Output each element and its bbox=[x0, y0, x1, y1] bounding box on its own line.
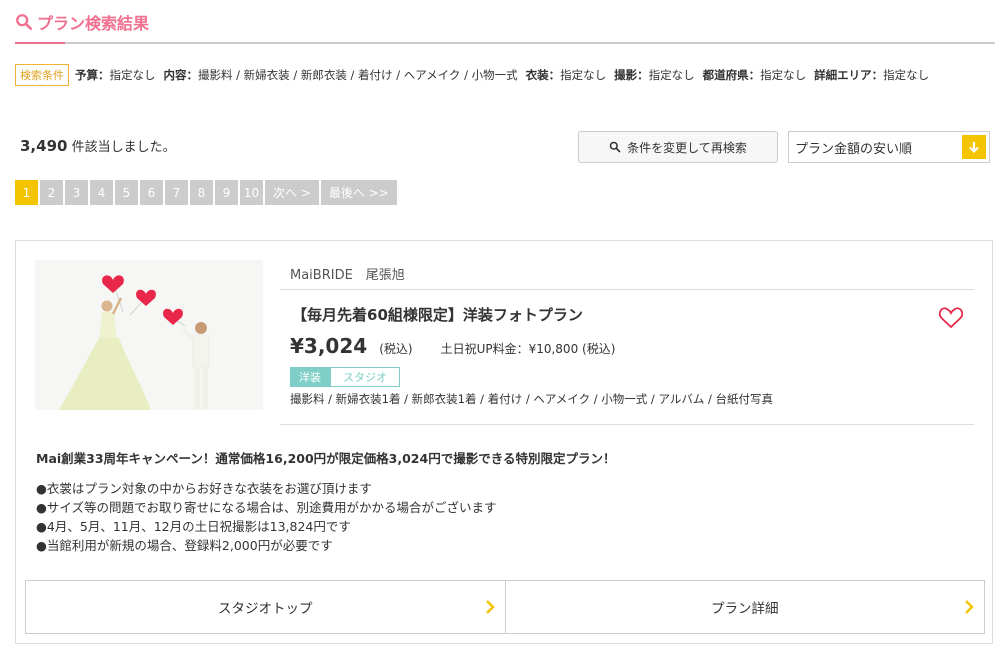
conditions-tag: 検索条件 bbox=[15, 64, 69, 86]
last-page-link[interactable]: 最後へ >> bbox=[320, 180, 397, 205]
sort-value: プラン金額の安い順 bbox=[795, 141, 913, 157]
studio-top-label: スタジオトップ bbox=[218, 601, 313, 617]
condition-budget: 予算：指定なし bbox=[75, 68, 156, 82]
plan-detail-button[interactable]: プラン詳細 bbox=[504, 581, 985, 633]
sort-select[interactable]: プラン金額の安い順 bbox=[788, 131, 990, 163]
campaign-text: Mai創業33周年キャンペーン！通常価格16,200円が限定価格3,024円で撮… bbox=[36, 451, 616, 466]
search-conditions: 検索条件 予算：指定なし 内容：撮影料 / 新婦衣装 / 新郎衣装 / 着付け … bbox=[15, 64, 937, 86]
badge-western: 洋装 bbox=[290, 367, 330, 387]
heart-icon[interactable] bbox=[938, 306, 964, 330]
note-item: ●当館利用が新規の場合、登録料2,000円が必要です bbox=[36, 538, 333, 553]
page-3[interactable]: 3 bbox=[65, 180, 88, 205]
pagination: 1 2 3 4 5 6 7 8 9 10 次へ > 最後へ >> bbox=[15, 180, 399, 205]
holiday-price: 土日祝UP料金：¥10,800 (税込) bbox=[440, 342, 616, 356]
plan-price: ¥3,024 bbox=[290, 334, 368, 358]
plan-title[interactable]: 【毎月先着60組様限定】洋装フォトプラン bbox=[292, 304, 583, 325]
studio-name[interactable]: MaiBRIDE 尾張旭 bbox=[290, 264, 405, 283]
chevron-right-icon bbox=[965, 600, 974, 614]
condition-costume: 衣装：指定なし bbox=[525, 68, 607, 82]
page-7[interactable]: 7 bbox=[165, 180, 188, 205]
page-title: プラン検索結果 bbox=[37, 14, 150, 33]
plan-badges: 洋装 スタジオ bbox=[290, 367, 400, 387]
card-actions: スタジオトップ プラン詳細 bbox=[25, 580, 985, 634]
studio-top-button[interactable]: スタジオトップ bbox=[26, 581, 505, 633]
condition-prefecture: 都道府県：指定なし bbox=[702, 68, 807, 82]
note-item: ●衣裳はプラン対象の中からお好きな衣装をお選び頂けます bbox=[36, 481, 372, 496]
condition-shooting: 撮影：指定なし bbox=[614, 68, 695, 82]
page-1[interactable]: 1 bbox=[15, 180, 38, 205]
header-divider bbox=[15, 42, 995, 44]
tax-label: (税込) bbox=[379, 342, 413, 356]
plan-contents: 撮影料 / 新婦衣装1着 / 新郎衣装1着 / 着付け / ヘアメイク / 小物… bbox=[290, 392, 774, 406]
plan-photo[interactable] bbox=[35, 260, 263, 410]
next-page-link[interactable]: 次へ > bbox=[265, 180, 319, 205]
header-accent bbox=[15, 42, 65, 44]
plan-detail-label: プラン詳細 bbox=[711, 601, 779, 617]
page-2[interactable]: 2 bbox=[40, 180, 63, 205]
divider bbox=[280, 289, 974, 290]
research-label: 条件を変更して再検索 bbox=[627, 140, 747, 155]
result-count: 3,490 件該当しました。 bbox=[20, 137, 176, 155]
plan-notes: ●衣裳はプラン対象の中からお好きな衣装をお選び頂けます ●サイズ等の問題でお取り… bbox=[36, 479, 497, 555]
condition-contents: 内容：撮影料 / 新婦衣装 / 新郎衣装 / 着付け / ヘアメイク / 小物一… bbox=[163, 68, 518, 82]
note-item: ●4月、5月、11月、12月の土日祝撮影は13,824円です bbox=[36, 519, 351, 534]
page-header: プラン検索結果 bbox=[15, 10, 149, 34]
arrow-down-icon bbox=[962, 135, 986, 159]
chevron-right-icon bbox=[485, 600, 495, 614]
search-icon bbox=[16, 14, 33, 31]
price-row: ¥3,024 (税込) 土日祝UP料金：¥10,800 (税込) bbox=[290, 334, 615, 358]
condition-area: 詳細エリア：指定なし bbox=[814, 68, 930, 82]
page-10[interactable]: 10 bbox=[240, 180, 263, 205]
page-5[interactable]: 5 bbox=[115, 180, 138, 205]
page-6[interactable]: 6 bbox=[140, 180, 163, 205]
page-4[interactable]: 4 bbox=[90, 180, 113, 205]
research-button[interactable]: 条件を変更して再検索 bbox=[578, 131, 778, 163]
note-item: ●サイズ等の問題でお取り寄せになる場合は、別途費用がかかる場合がございます bbox=[36, 500, 497, 515]
divider bbox=[280, 424, 974, 425]
page-8[interactable]: 8 bbox=[190, 180, 213, 205]
search-icon bbox=[609, 141, 621, 153]
badge-studio: スタジオ bbox=[330, 367, 400, 387]
page-9[interactable]: 9 bbox=[215, 180, 238, 205]
